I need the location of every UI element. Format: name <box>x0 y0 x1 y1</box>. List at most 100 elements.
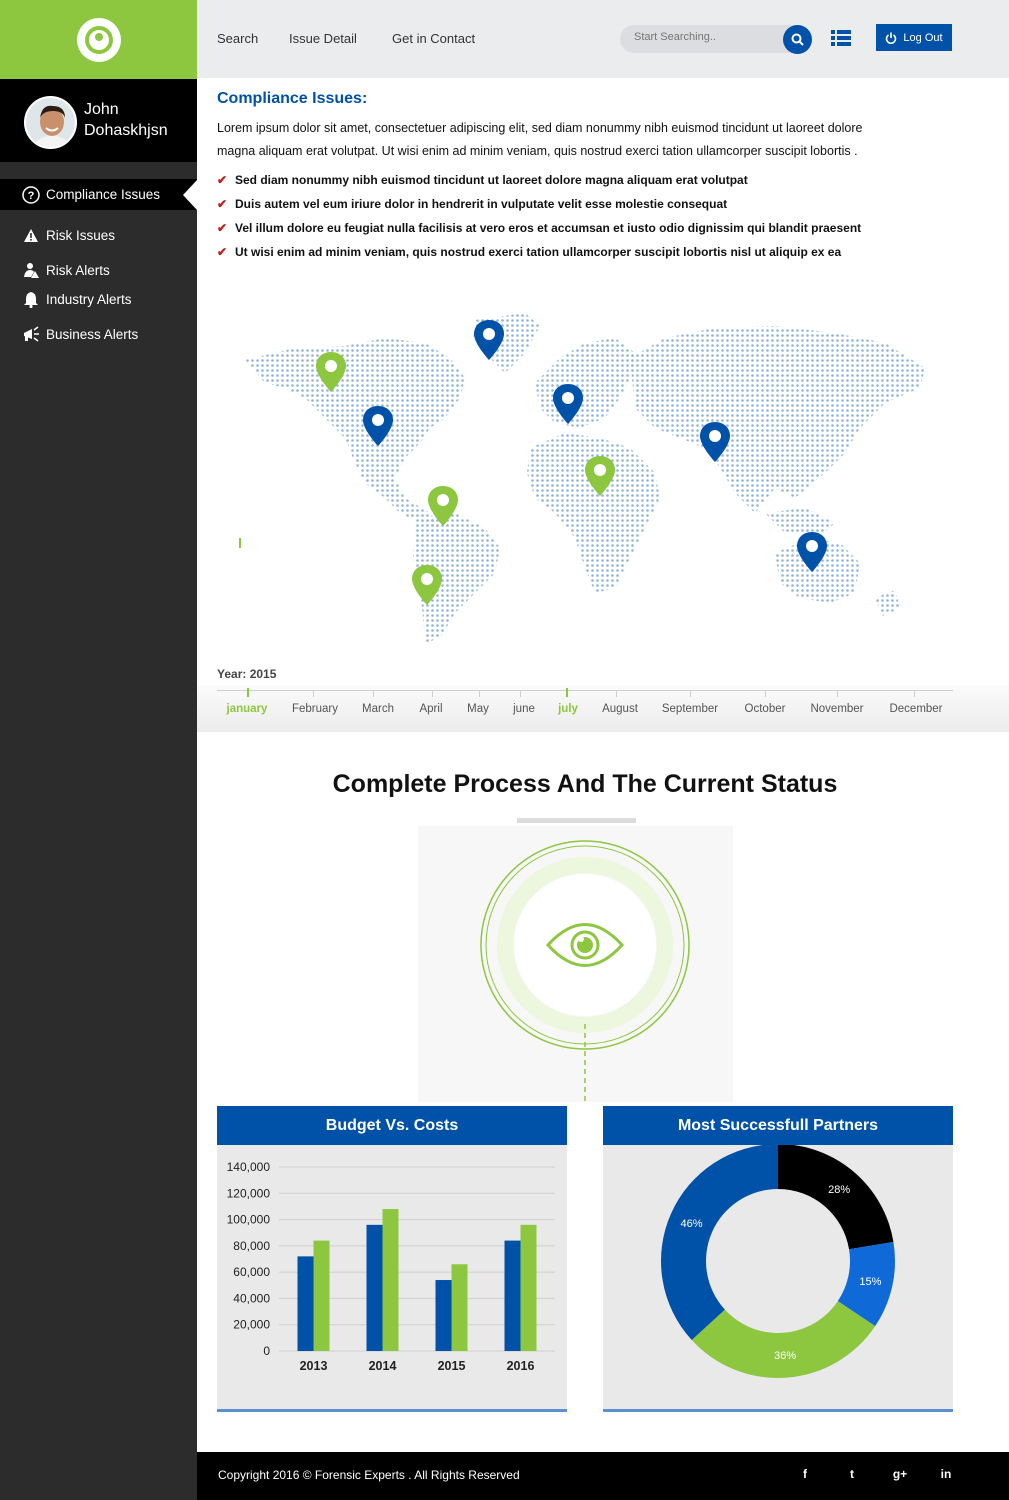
sidebar-item-business-alerts[interactable]: Business Alerts <box>0 319 197 350</box>
sidebar-item-label: Industry Alerts <box>46 292 132 307</box>
search-box <box>620 25 810 53</box>
search-button[interactable] <box>783 25 812 54</box>
timeline-tick <box>914 690 915 697</box>
donut-hole <box>707 1190 849 1332</box>
section-title: Complete Process And The Current Status <box>332 770 838 798</box>
month-june[interactable]: june <box>513 703 535 715</box>
timeline-tick <box>837 690 838 697</box>
user-profile: John Dohaskhjsn <box>0 79 197 162</box>
logout-button[interactable]: Log Out <box>876 24 952 51</box>
bullet-text: Ut wisi enim ad minim veniam, quis nostr… <box>235 245 842 259</box>
month-april[interactable]: April <box>419 703 442 715</box>
bar-2015-2 <box>451 1264 468 1351</box>
sidebar-item-risk-alerts[interactable]: Risk Alerts <box>0 255 197 286</box>
timeline-tick <box>313 690 314 697</box>
month-november[interactable]: November <box>810 703 863 715</box>
bar-2014-2 <box>382 1209 399 1351</box>
timeline-axis <box>217 690 953 691</box>
partners-donut-chart: 28% 15% 36% 46% <box>661 1144 895 1378</box>
logout-label: Log Out <box>903 31 943 44</box>
budget-chart-panel: Budget Vs. Costs 0 20,000 40,000 60,000 80,0… <box>217 1106 567 1412</box>
timeline-tick <box>690 690 691 697</box>
list-icon <box>831 30 851 46</box>
month-september[interactable]: September <box>662 703 718 715</box>
x-tick-label: 2016 <box>507 1359 535 1373</box>
bullet-text: Vel illum dolore eu feugiat nulla facili… <box>235 221 862 235</box>
bar-2014-1 <box>366 1224 383 1351</box>
search-icon <box>791 33 804 46</box>
person-alert-icon <box>22 262 40 280</box>
linkedin-icon[interactable]: in <box>938 1467 954 1481</box>
month-january[interactable]: january <box>227 703 268 715</box>
logo-eye-icon <box>76 17 121 62</box>
bullet-text: Sed diam nonummy nibh euismod tincidunt … <box>235 173 748 187</box>
facebook-icon[interactable]: f <box>797 1467 813 1481</box>
y-tick-label: 40,000 <box>233 1291 270 1305</box>
budget-bar-chart: 0 20,000 40,000 60,000 80,000 100,000 120,000 1… <box>227 1160 555 1373</box>
y-tick-label: 80,000 <box>233 1239 270 1253</box>
google-plus-icon[interactable]: g+ <box>892 1467 908 1481</box>
check-icon: ✔ <box>217 221 228 235</box>
check-icon: ✔ <box>217 197 228 211</box>
sidebar-item-industry-alerts[interactable]: Industry Alerts <box>0 284 197 315</box>
check-icon: ✔ <box>217 173 228 187</box>
bell-icon <box>22 291 40 309</box>
sidebar-item-risk-issues[interactable]: Risk Issues <box>0 220 197 251</box>
x-tick-label: 2013 <box>300 1359 328 1373</box>
month-march[interactable]: March <box>362 703 394 715</box>
copyright-text: Copyright 2016 © Forensic Experts . All … <box>218 1468 520 1482</box>
timeline-tick <box>765 690 766 697</box>
sidebar-item-label: Risk Issues <box>46 228 116 243</box>
month-february[interactable]: February <box>292 703 338 715</box>
top-header: Search Issue Detail Get in Contact Log O… <box>197 0 1009 78</box>
nav-search[interactable]: Search <box>217 31 258 46</box>
bar-2013-1 <box>297 1256 314 1351</box>
nav-get-in-contact[interactable]: Get in Contact <box>392 31 475 46</box>
partners-chart-title: Most Successfull Partners <box>603 1106 953 1145</box>
month-october[interactable]: October <box>745 703 786 715</box>
bullet-text: Duis autem vel eum iriure dolor in hendr… <box>235 197 728 211</box>
list-item: ✔ Vel illum dolore eu feugiat nulla facil… <box>217 216 977 240</box>
partners-chart-panel: Most Successfull Partners 28% 15% 36% 46% <box>603 1106 953 1412</box>
y-tick-label: 100,000 <box>227 1213 271 1227</box>
month-july[interactable]: july <box>558 703 578 715</box>
timeline-tick <box>616 690 617 697</box>
timeline-tick <box>247 688 249 697</box>
user-name: John Dohaskhjsn <box>84 101 168 139</box>
list-item: ✔ Duis autem vel eum iriure dolor in hend… <box>217 192 977 216</box>
timeline-tick <box>432 690 433 697</box>
list-item: ✔ Ut wisi enim ad minim veniam, quis nost… <box>217 240 977 264</box>
timeline-tick <box>520 690 521 697</box>
intro-paragraph: Lorem ipsum dolor sit amet, consectetuer… <box>217 121 863 158</box>
y-tick-label: 0 <box>263 1344 270 1358</box>
check-icon: ✔ <box>217 245 228 259</box>
sidebar: John Dohaskhjsn ? Compliance Issues Risk… <box>0 0 197 1500</box>
list-menu-button[interactable] <box>831 30 853 48</box>
svg-text:?: ? <box>28 190 35 202</box>
title-divider <box>517 818 636 823</box>
month-august[interactable]: August <box>602 703 638 715</box>
sidebar-item-label: Business Alerts <box>46 327 139 342</box>
year-label: Year: 2015 <box>217 667 277 681</box>
sidebar-item-compliance-issues[interactable]: ? Compliance Issues <box>0 179 197 210</box>
logo[interactable] <box>0 0 197 79</box>
y-tick-label: 140,000 <box>227 1160 271 1174</box>
question-icon: ? <box>22 185 40 204</box>
timeline-tick <box>479 690 480 697</box>
month-may[interactable]: May <box>467 703 489 715</box>
budget-chart-title: Budget Vs. Costs <box>217 1106 567 1145</box>
avatar[interactable] <box>24 96 77 149</box>
search-input[interactable] <box>634 31 774 43</box>
bar-2013-2 <box>313 1240 330 1351</box>
x-tick-label: 2015 <box>438 1359 466 1373</box>
month-december[interactable]: December <box>889 703 942 715</box>
warning-icon <box>22 227 40 245</box>
y-tick-label: 20,000 <box>233 1318 270 1332</box>
timeline-tick <box>566 688 568 697</box>
y-tick-label: 60,000 <box>233 1265 270 1279</box>
continents <box>245 313 925 643</box>
donut-label: 15% <box>859 1276 881 1288</box>
twitter-icon[interactable]: t <box>844 1467 860 1481</box>
nav-issue-detail[interactable]: Issue Detail <box>289 31 357 46</box>
power-icon <box>886 32 897 44</box>
